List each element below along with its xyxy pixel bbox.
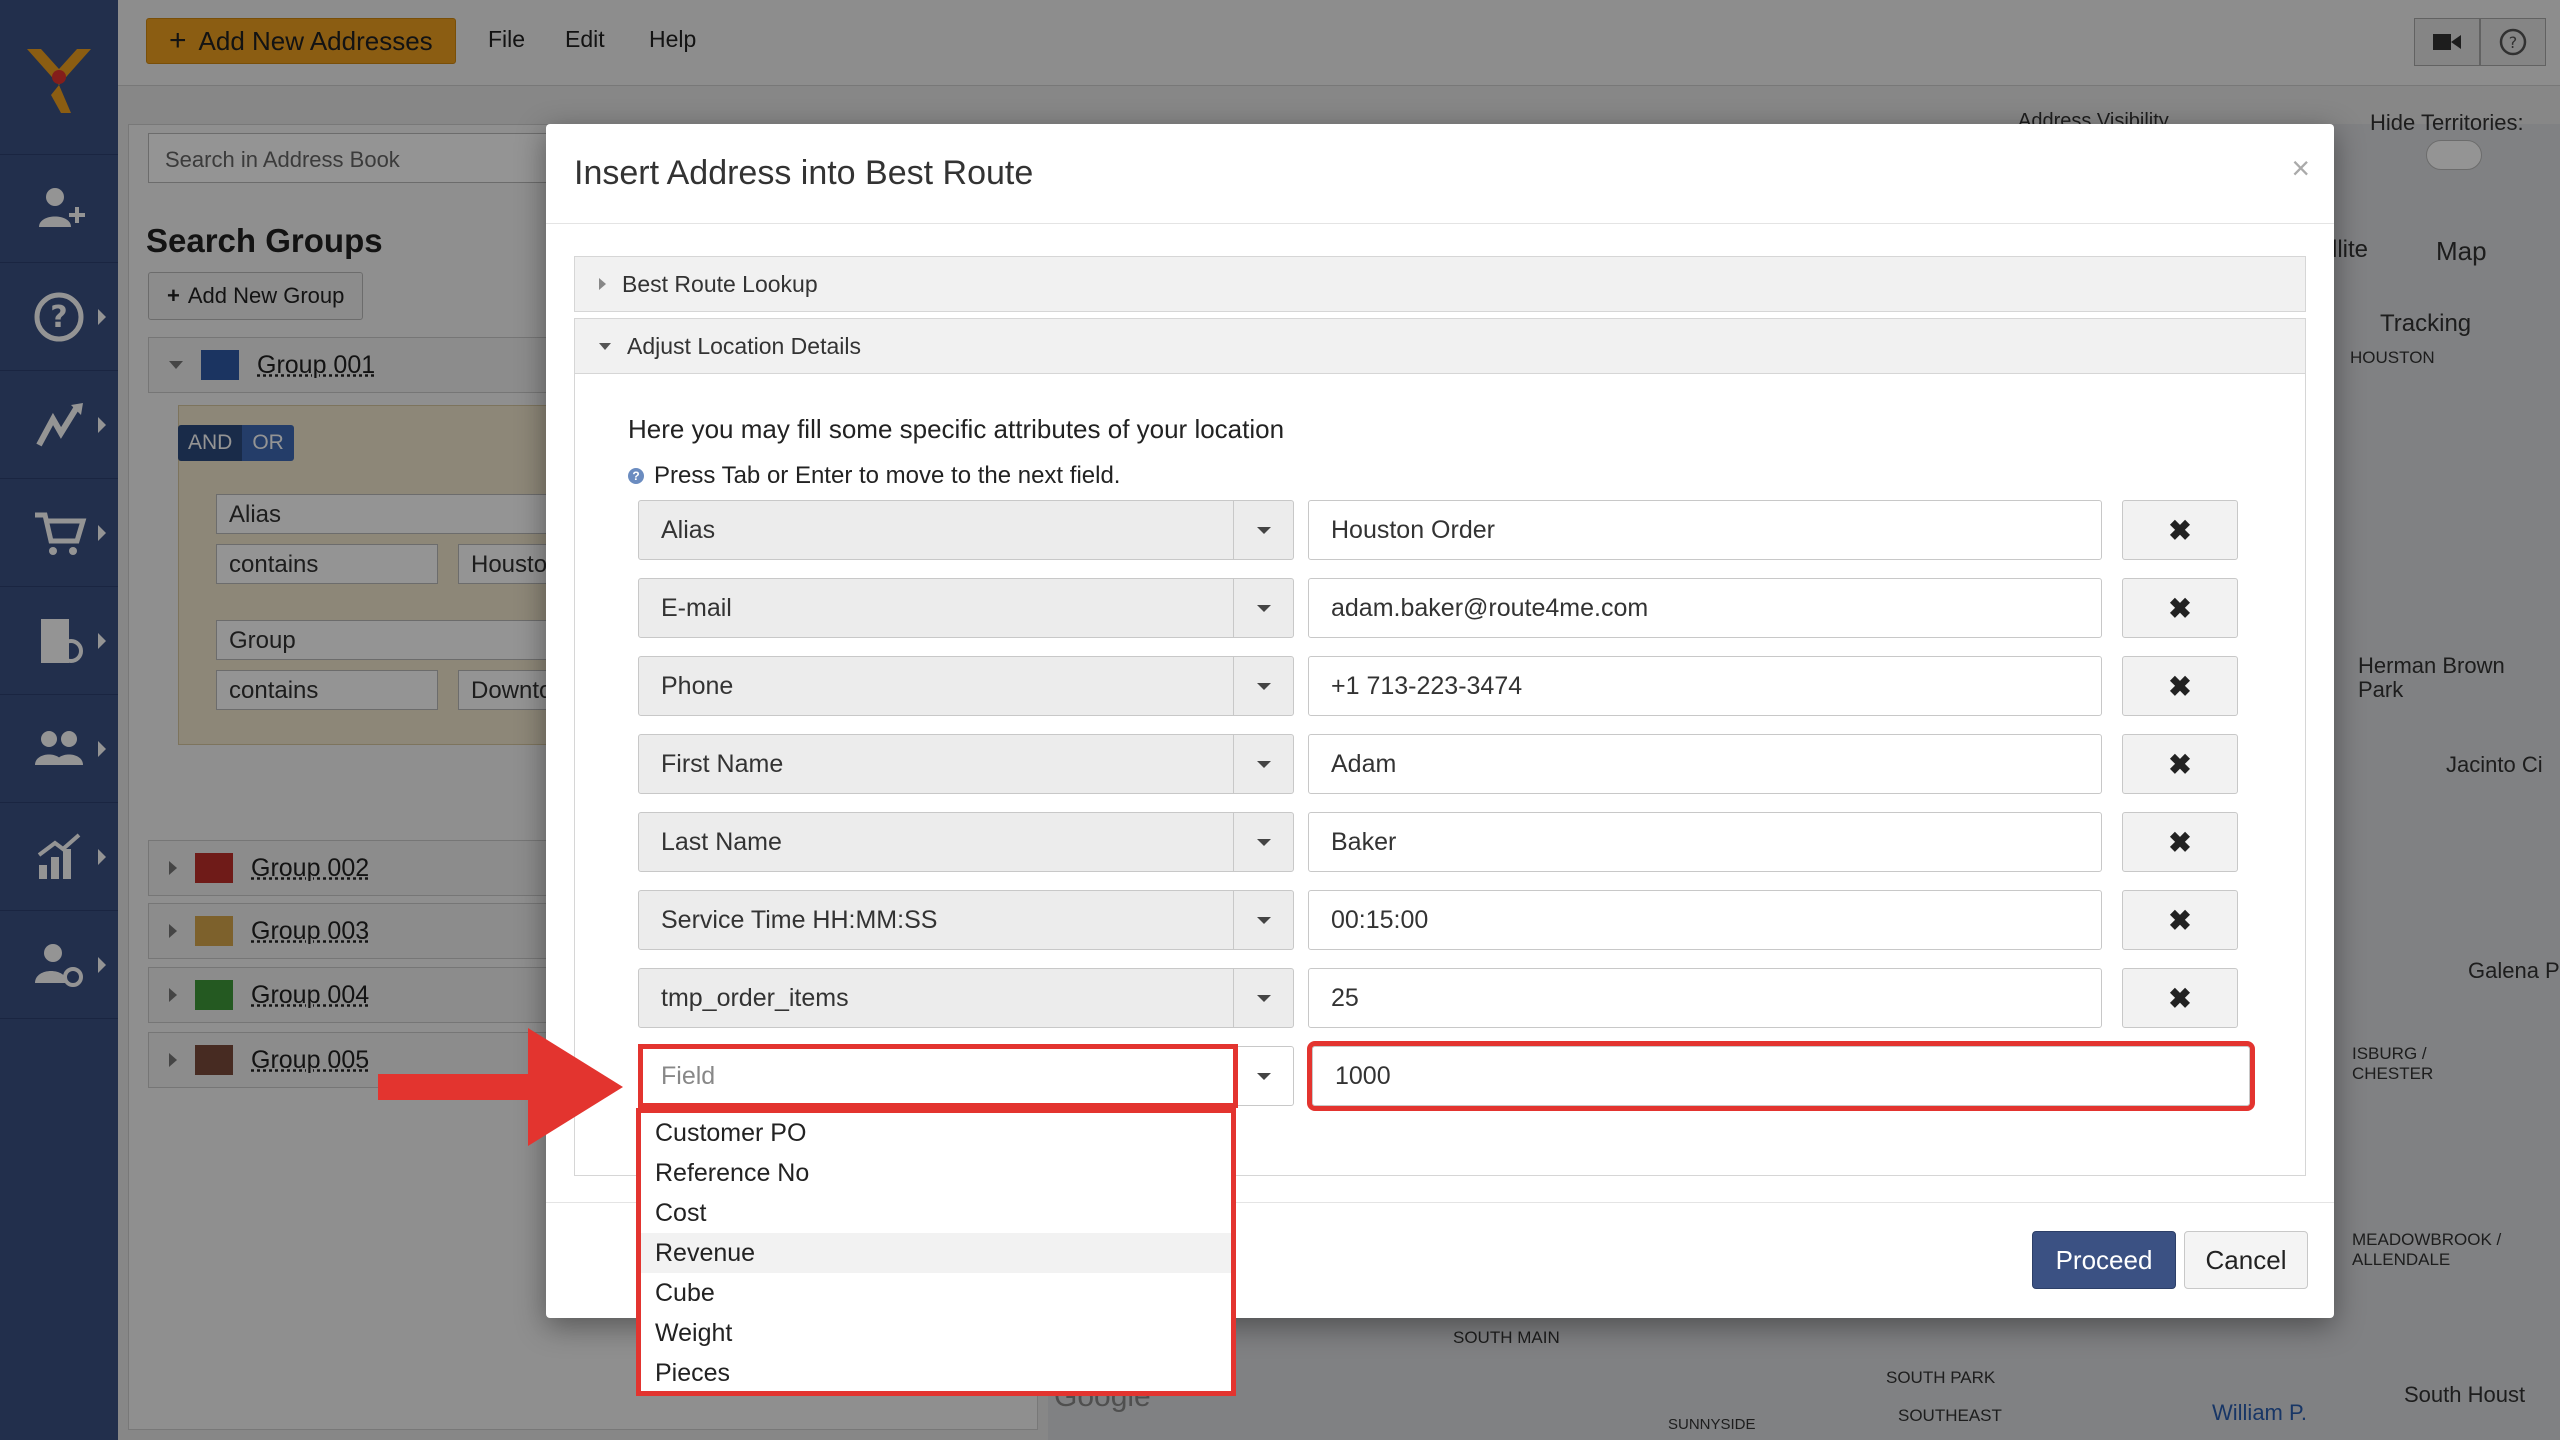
caret-down-icon[interactable] bbox=[1233, 501, 1293, 559]
remove-field-button[interactable]: ✖ bbox=[2122, 812, 2238, 872]
field-select[interactable]: tmp_order_items bbox=[638, 968, 1294, 1028]
caret-down-icon[interactable] bbox=[1233, 1047, 1293, 1105]
remove-field-button[interactable]: ✖ bbox=[2122, 968, 2238, 1028]
field-select-highlight bbox=[638, 1044, 1238, 1108]
field-row: Last Name Baker ✖ bbox=[638, 812, 2238, 874]
field-row: Alias Houston Order ✖ bbox=[638, 500, 2238, 562]
field-row: Service Time HH:MM:SS 00:15:00 ✖ bbox=[638, 890, 2238, 952]
field-value-input[interactable]: 25 bbox=[1308, 968, 2102, 1028]
field-row: First Name Adam ✖ bbox=[638, 734, 2238, 796]
dropdown-option[interactable]: Cube bbox=[641, 1273, 1231, 1313]
field-select-label: Service Time HH:MM:SS bbox=[661, 906, 938, 934]
field-value-input[interactable]: 00:15:00 bbox=[1308, 890, 2102, 950]
caret-down-icon bbox=[599, 342, 611, 350]
field-select[interactable]: E-mail bbox=[638, 578, 1294, 638]
field-row: E-mail adam.baker@route4me.com ✖ bbox=[638, 578, 2238, 640]
field-row: Phone +1 713-223-3474 ✖ bbox=[638, 656, 2238, 718]
field-select-label: Alias bbox=[661, 516, 716, 544]
field-select[interactable]: Alias bbox=[638, 500, 1294, 560]
field-select-label: Phone bbox=[661, 672, 734, 700]
accordion-best-route-lookup[interactable]: Best Route Lookup bbox=[574, 256, 2306, 312]
field-select[interactable]: Phone bbox=[638, 656, 1294, 716]
modal-title: Insert Address into Best Route bbox=[574, 154, 1034, 192]
caret-down-icon[interactable] bbox=[1233, 735, 1293, 793]
field-value-input[interactable]: Adam bbox=[1308, 734, 2102, 794]
cancel-button[interactable]: Cancel bbox=[2184, 1231, 2308, 1289]
remove-field-button[interactable]: ✖ bbox=[2122, 500, 2238, 560]
dropdown-option[interactable]: Cost bbox=[641, 1193, 1231, 1233]
proceed-button[interactable]: Proceed bbox=[2032, 1231, 2176, 1289]
dropdown-option[interactable]: Reference No bbox=[641, 1153, 1231, 1193]
field-value-input[interactable]: Houston Order bbox=[1308, 500, 2102, 560]
field-select-label: E-mail bbox=[661, 594, 732, 622]
field-dropdown-list: Customer PO Reference No Cost Revenue Cu… bbox=[636, 1108, 1236, 1396]
remove-field-button[interactable]: ✖ bbox=[2122, 734, 2238, 794]
caret-down-icon[interactable] bbox=[1233, 813, 1293, 871]
modal-header: Insert Address into Best Route × bbox=[546, 124, 2334, 224]
close-icon[interactable]: × bbox=[2291, 150, 2310, 187]
hint-label: Press Tab or Enter to move to the next f… bbox=[654, 462, 1121, 489]
caret-down-icon[interactable] bbox=[1233, 891, 1293, 949]
callout-arrow-icon bbox=[378, 1028, 623, 1146]
dropdown-option[interactable]: Weight bbox=[641, 1313, 1231, 1353]
remove-field-button[interactable]: ✖ bbox=[2122, 890, 2238, 950]
field-value-input[interactable]: Baker bbox=[1308, 812, 2102, 872]
caret-right-icon bbox=[599, 278, 606, 290]
field-select[interactable]: Last Name bbox=[638, 812, 1294, 872]
field-select-label: tmp_order_items bbox=[661, 984, 849, 1012]
intro-text: Here you may fill some specific attribut… bbox=[628, 414, 1285, 444]
field-value-input[interactable]: +1 713-223-3474 bbox=[1308, 656, 2102, 716]
dropdown-option[interactable]: Customer PO bbox=[641, 1113, 1231, 1153]
accordion-label: Adjust Location Details bbox=[627, 332, 861, 359]
caret-down-icon[interactable] bbox=[1233, 579, 1293, 637]
new-field-value-input[interactable]: 1000 bbox=[1307, 1041, 2255, 1111]
hint-text: ? Press Tab or Enter to move to the next… bbox=[628, 462, 1120, 490]
field-select-label: First Name bbox=[661, 750, 784, 778]
caret-down-icon[interactable] bbox=[1233, 657, 1293, 715]
field-value-input[interactable]: adam.baker@route4me.com bbox=[1308, 578, 2102, 638]
remove-field-button[interactable]: ✖ bbox=[2122, 578, 2238, 638]
dropdown-option[interactable]: Pieces bbox=[641, 1353, 1231, 1393]
field-select[interactable]: Service Time HH:MM:SS bbox=[638, 890, 1294, 950]
field-select-label: Last Name bbox=[661, 828, 782, 856]
accordion-adjust-location-details[interactable]: Adjust Location Details bbox=[574, 318, 2306, 374]
dropdown-option[interactable]: Revenue bbox=[641, 1233, 1231, 1273]
accordion-label: Best Route Lookup bbox=[622, 270, 818, 297]
info-icon: ? bbox=[628, 468, 644, 484]
field-select[interactable]: First Name bbox=[638, 734, 1294, 794]
caret-down-icon[interactable] bbox=[1233, 969, 1293, 1027]
remove-field-button[interactable]: ✖ bbox=[2122, 656, 2238, 716]
field-row: tmp_order_items 25 ✖ bbox=[638, 968, 2238, 1030]
